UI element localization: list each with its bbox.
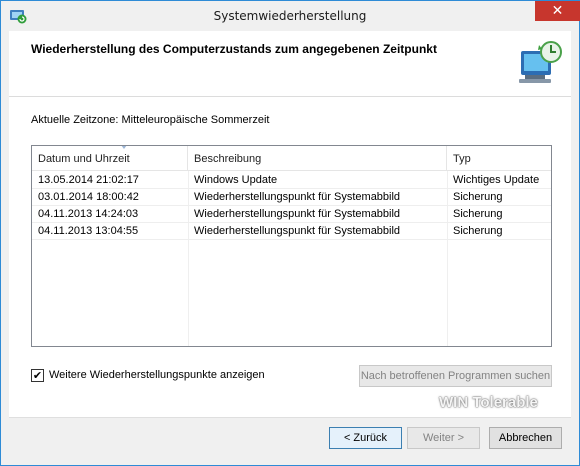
column-header-date[interactable]: Datum und Uhrzeit xyxy=(32,146,188,171)
cell-date: 04.11.2013 13:04:55 xyxy=(38,225,139,237)
cell-description: Windows Update xyxy=(194,174,278,186)
header-panel: Wiederherstellung des Computerzustands z… xyxy=(9,31,571,97)
table-row[interactable]: 03.01.2014 18:00:42 Wiederherstellungspu… xyxy=(32,189,551,206)
table-row[interactable]: 04.11.2013 14:24:03 Wiederherstellungspu… xyxy=(32,206,551,223)
cell-date: 04.11.2013 14:24:03 xyxy=(38,208,139,220)
cell-description: Wiederherstellungspunkt für Systemabbild xyxy=(194,208,401,220)
table-row[interactable]: 13.05.2014 21:02:17 Windows Update Wicht… xyxy=(32,172,551,189)
cell-type: Wichtiges Update xyxy=(453,174,540,186)
cancel-button[interactable]: Abbrechen xyxy=(489,427,562,449)
restore-points-list[interactable]: Datum und Uhrzeit Beschreibung Typ 13.05… xyxy=(31,145,552,347)
title-bar: Systemwiederherstellung ✕ xyxy=(1,1,580,31)
content-area: Aktuelle Zeitzone: Mitteleuropäische Som… xyxy=(9,97,571,417)
cell-date: 13.05.2014 21:02:17 xyxy=(38,174,139,186)
page-title: Wiederherstellung des Computerzustands z… xyxy=(31,42,437,56)
show-more-checkbox[interactable]: ✔ xyxy=(31,369,44,382)
back-button[interactable]: < Zurück xyxy=(329,427,402,449)
cell-type: Sicherung xyxy=(453,208,503,220)
computer-restore-icon xyxy=(519,41,562,83)
window-title: Systemwiederherstellung xyxy=(213,9,367,23)
cell-type: Sicherung xyxy=(453,191,503,203)
table-row[interactable]: 04.11.2013 13:04:55 Wiederherstellungspu… xyxy=(32,223,551,240)
sort-arrow-icon xyxy=(121,146,127,149)
timezone-label: Aktuelle Zeitzone: Mitteleuropäische Som… xyxy=(31,114,270,126)
scan-affected-programs-button[interactable]: Nach betroffenen Programmen suchen xyxy=(359,365,552,387)
list-header: Datum und Uhrzeit Beschreibung Typ xyxy=(32,146,551,171)
next-button[interactable]: Weiter > xyxy=(407,427,480,449)
cell-description: Wiederherstellungspunkt für Systemabbild xyxy=(194,225,401,237)
cell-date: 03.01.2014 18:00:42 xyxy=(38,191,139,203)
system-restore-window: Systemwiederherstellung ✕ Wiederherstell… xyxy=(0,0,580,466)
show-more-label[interactable]: Weitere Wiederherstellungspunkte anzeige… xyxy=(49,369,265,381)
cell-description: Wiederherstellungspunkt für Systemabbild xyxy=(194,191,401,203)
column-header-description[interactable]: Beschreibung xyxy=(188,146,447,171)
watermark-logo: WIN Tolerable xyxy=(439,394,538,411)
close-button[interactable]: ✕ xyxy=(535,1,580,21)
cell-type: Sicherung xyxy=(453,225,503,237)
column-header-type[interactable]: Typ xyxy=(447,146,551,171)
